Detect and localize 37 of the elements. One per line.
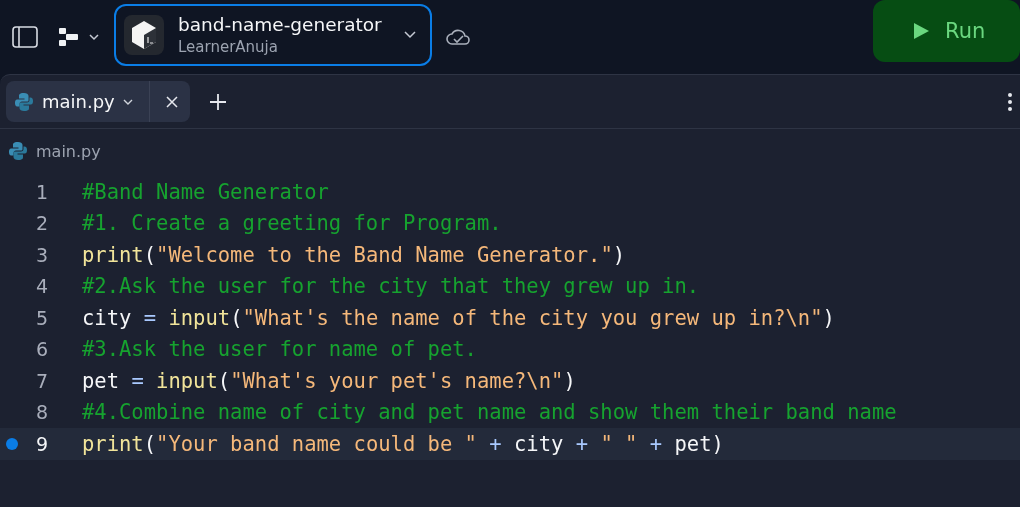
line-number: 1 (34, 180, 48, 203)
line-number: 8 (34, 401, 48, 424)
close-icon[interactable] (165, 95, 178, 108)
terminal-cube-icon (124, 15, 164, 55)
file-breadcrumb[interactable]: main.py (36, 141, 101, 161)
line-number: 7 (34, 369, 48, 392)
line-number: 4 (34, 275, 48, 298)
code-line: print("Your band name could be " + city + " " + pet) (82, 431, 724, 456)
code-line: #4.Combine name of city and pet name and show them their band name (82, 400, 897, 425)
file-tab[interactable]: main.py (6, 81, 190, 122)
run-button[interactable]: Run (873, 0, 1020, 62)
code-line: #Band Name Generator (82, 179, 329, 204)
repl-name: band-name-generator (178, 13, 383, 37)
line-number: 2 (34, 212, 48, 235)
sidebar-icon[interactable] (12, 26, 38, 48)
line-number: 9 (34, 432, 48, 455)
code-line: print("Welcome to the Band Name Generator.") (82, 242, 626, 267)
line-number: 3 (34, 243, 48, 266)
chevron-down-icon (404, 31, 416, 39)
add-tab-icon[interactable] (207, 91, 228, 112)
code-line: #1. Create a greeting for Program. (82, 211, 502, 236)
breakpoint-dot[interactable] (6, 437, 18, 450)
line-number: 6 (34, 338, 48, 361)
python-icon (8, 141, 28, 161)
code-line: #2.Ask the user for the city that they grew up in. (82, 274, 700, 299)
code-line: #3.Ask the user for name of pet. (82, 337, 477, 362)
code-line: pet = input("What's your pet's name?\n") (82, 368, 576, 393)
line-number: 5 (34, 306, 48, 329)
python-icon (14, 91, 34, 112)
cloud-check-icon[interactable] (446, 28, 470, 46)
code-line: city = input("What's the name of the city you grew up in?\n") (82, 305, 835, 330)
more-options-icon[interactable] (1008, 92, 1012, 111)
repl-owner: LearnerAnuja (178, 37, 279, 57)
flow-icon[interactable] (58, 26, 102, 48)
chevron-down-icon[interactable] (122, 98, 133, 105)
repl-selector[interactable]: band-name-generator LearnerAnuja (114, 4, 432, 66)
play-icon (911, 21, 931, 41)
